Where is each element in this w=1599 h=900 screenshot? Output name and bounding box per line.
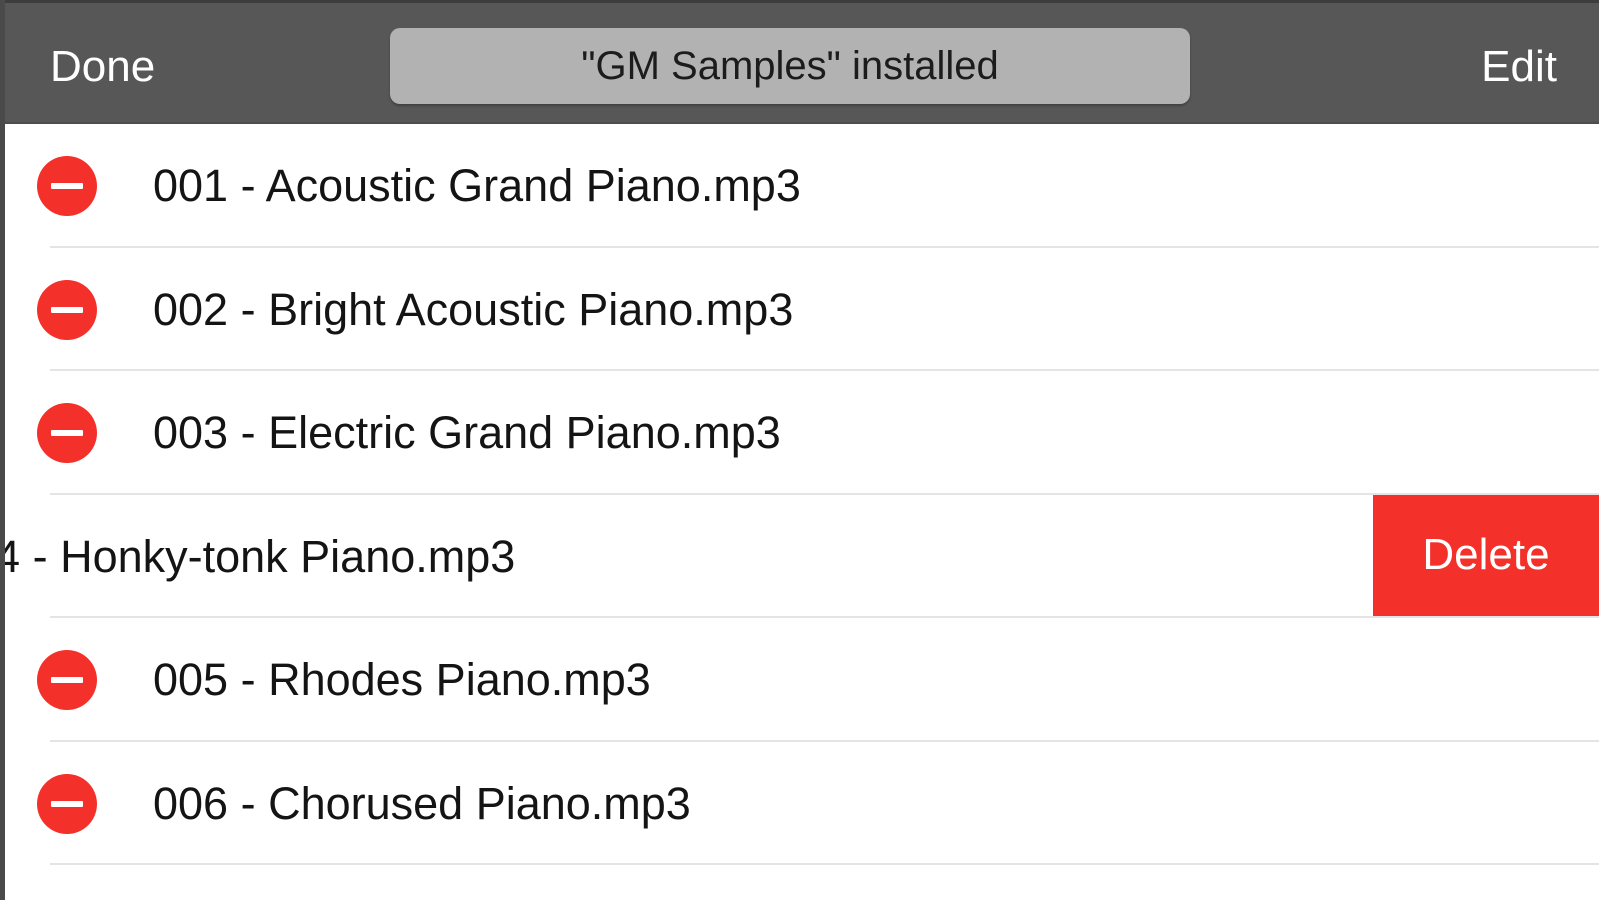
sample-file-list: 001 - Acoustic Grand Piano.mp3 002 - Bri… (5, 124, 1599, 865)
file-name: 003 - Electric Grand Piano.mp3 (153, 407, 781, 458)
minus-circle-icon[interactable] (37, 279, 97, 340)
file-name: 006 - Chorused Piano.mp3 (153, 777, 691, 829)
list-item[interactable]: 001 - Acoustic Grand Piano.mp3 (5, 124, 1599, 248)
minus-circle-icon[interactable] (37, 403, 97, 463)
file-name: 005 - Rhodes Piano.mp3 (153, 654, 651, 705)
minus-circle-icon[interactable] (37, 156, 97, 216)
done-button[interactable]: Done (50, 41, 155, 93)
list-item[interactable]: 006 - Chorused Piano.mp3 (5, 742, 1599, 866)
minus-circle-icon[interactable] (37, 773, 97, 834)
app-window: Done "GM Samples" installed Edit 001 - A… (0, 0, 1599, 900)
file-name: 001 - Acoustic Grand Piano.mp3 (153, 160, 801, 211)
list-item[interactable]: 003 - Electric Grand Piano.mp3 (5, 371, 1599, 495)
install-status-banner: "GM Samples" installed (390, 28, 1190, 104)
install-status-text: "GM Samples" installed (581, 43, 999, 88)
edit-button[interactable]: Edit (1481, 41, 1557, 93)
list-item-swiped[interactable]: 004 - Honky-tonk Piano.mp3 Delete (5, 494, 1599, 619)
file-name: 004 - Honky-tonk Piano.mp3 (5, 530, 516, 582)
navigation-bar: Done "GM Samples" installed Edit (5, 0, 1599, 124)
list-item[interactable]: 005 - Rhodes Piano.mp3 (5, 618, 1599, 742)
file-name: 002 - Bright Acoustic Piano.mp3 (153, 283, 794, 335)
list-item[interactable]: 002 - Bright Acoustic Piano.mp3 (5, 248, 1599, 372)
minus-circle-icon[interactable] (37, 650, 97, 710)
delete-button[interactable]: Delete (1373, 494, 1599, 616)
